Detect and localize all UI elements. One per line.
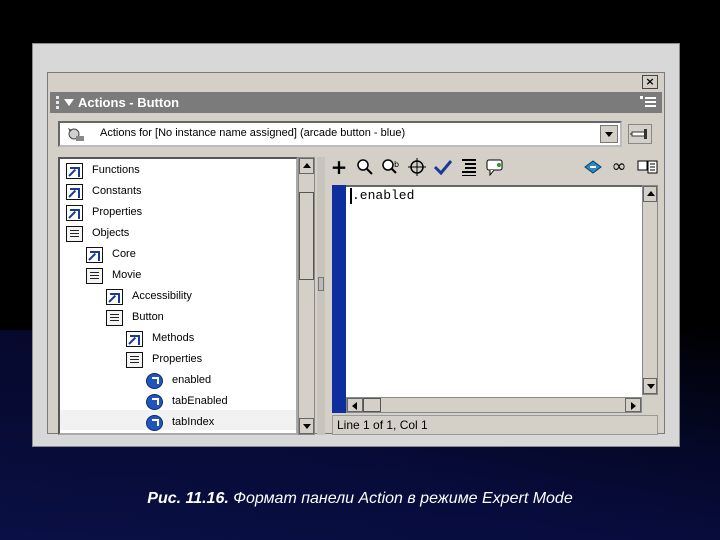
caption-text: Формат панели Action в режиме Expert Mod… (233, 490, 573, 507)
find-icon[interactable] (354, 157, 376, 177)
book-icon (66, 184, 83, 200)
chevron-left-icon (352, 402, 357, 410)
cursor-position: Line 1 of 1, Col 1 (337, 418, 428, 432)
object-selector-row: Actions for [No instance name assigned] … (58, 121, 652, 147)
options-menu-icon[interactable] (640, 96, 656, 109)
pane-splitter[interactable] (317, 157, 325, 435)
screenshot-frame: × Actions - Button Actions for [No insta… (32, 43, 680, 447)
toolbox-item-label: Methods (152, 332, 195, 344)
chevron-up-icon (303, 163, 311, 168)
close-button[interactable]: × (642, 75, 658, 89)
editor-gutter (332, 185, 346, 413)
scroll-left-button[interactable] (347, 398, 363, 412)
script-pane[interactable]: .enabled (346, 185, 642, 397)
folder-icon (106, 310, 123, 326)
pin-script-button[interactable] (628, 124, 652, 144)
folder-icon (66, 226, 83, 242)
folder-icon (86, 268, 103, 284)
target-icon[interactable] (406, 157, 428, 177)
book-icon (66, 163, 83, 179)
toolbox-item-label: Properties (152, 353, 203, 365)
scroll-up-button[interactable] (643, 186, 657, 202)
actions-panel: × Actions - Button Actions for [No insta… (47, 72, 665, 437)
svg-text:b: b (394, 160, 399, 169)
book-icon (126, 331, 143, 347)
pin-icon (630, 129, 647, 139)
view-options-icon[interactable] (636, 157, 660, 177)
folder-icon (126, 352, 143, 368)
property-icon (146, 394, 163, 410)
toolbox-item-label: Movie (112, 269, 142, 281)
script-toolbar: + b ∞ (330, 157, 660, 179)
toolbox-item-label: Core (112, 248, 136, 260)
toolbox-item-label: tabIndex (172, 416, 215, 428)
collapse-toolbox-arrow-icon[interactable] (318, 277, 324, 291)
toolbox-item-label: Button (132, 311, 164, 323)
chevron-up-icon (647, 191, 655, 196)
scroll-up-button[interactable] (299, 158, 314, 174)
replace-icon[interactable]: b (380, 157, 402, 177)
panel-title: Actions - Button (78, 95, 180, 110)
book-icon (86, 247, 103, 263)
chevron-right-icon (631, 402, 636, 410)
toolbox-item-label: Properties (92, 206, 143, 218)
scroll-thumb[interactable] (299, 192, 314, 280)
panel-titlebar[interactable]: Actions - Button (50, 92, 662, 113)
editor-vertical-scrollbar[interactable] (642, 185, 658, 395)
button-symbol-icon (62, 124, 88, 144)
book-icon (66, 205, 83, 221)
script-code[interactable]: .enabled (352, 188, 414, 203)
object-selector[interactable]: Actions for [No instance name assigned] … (58, 121, 622, 147)
scroll-right-button[interactable] (625, 398, 641, 412)
debug-options-icon[interactable] (582, 157, 604, 177)
auto-format-icon[interactable] (458, 157, 480, 177)
grip-handle[interactable] (54, 95, 62, 110)
horizontal-scroll-thumb[interactable] (363, 398, 381, 412)
object-selector-value: Actions for [No instance name assigned] … (100, 127, 406, 139)
toolbox-item-label: Constants (92, 185, 142, 197)
script-editor: .enabled Line 1 of 1, Col 1 (332, 185, 658, 437)
toolbox-item-label: enabled (172, 374, 212, 386)
chevron-down-icon (647, 384, 655, 389)
collapse-arrow-icon[interactable] (64, 99, 74, 106)
chevron-down-icon (605, 132, 613, 137)
status-bar: Line 1 of 1, Col 1 (332, 415, 658, 435)
object-selector-dropdown[interactable] (600, 125, 618, 143)
toolbox-scrollbar[interactable] (298, 157, 315, 435)
toolbox-item-label: Accessibility (132, 290, 192, 302)
actions-toolbox[interactable]: Functions Constants Properties Objects C… (58, 157, 298, 435)
scroll-down-button[interactable] (643, 378, 657, 394)
toolbox-item-label: Objects (92, 227, 130, 239)
chevron-down-icon (303, 424, 311, 429)
caption-label: Рис. 11.16. (147, 490, 229, 507)
add-statement-button[interactable]: + (330, 157, 348, 177)
scroll-down-button[interactable] (299, 418, 314, 434)
check-syntax-icon[interactable] (432, 157, 454, 177)
reference-icon[interactable]: ∞ (606, 157, 632, 177)
code-hint-icon[interactable] (484, 157, 506, 177)
figure-caption: Рис. 11.16. Формат панели Action в режим… (0, 490, 720, 508)
frame-top (33, 44, 679, 68)
property-icon (146, 415, 163, 431)
editor-horizontal-scrollbar[interactable] (346, 397, 642, 413)
toolbox-item-label: tabEnabled (172, 395, 228, 407)
property-icon (146, 373, 163, 389)
book-icon (106, 289, 123, 305)
toolbox-item-label: Functions (92, 164, 140, 176)
